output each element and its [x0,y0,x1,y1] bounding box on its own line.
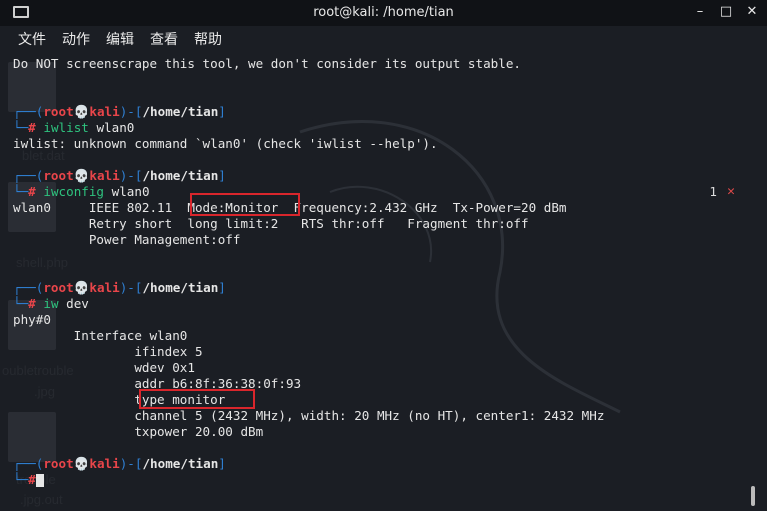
annotation-box-mode-monitor [190,193,300,216]
scrollbar[interactable] [751,486,755,506]
prompt-path: /home/tian [142,280,219,295]
output-line: Do NOT screenscrape this tool, we don't … [13,56,521,71]
command-name: iwconfig [43,184,105,199]
desktop-label: .jpg.out [20,492,63,507]
output-line: txpower 20.00 dBm [13,424,264,439]
close-icon[interactable]: ✕ [727,184,735,199]
desktop-label: shell.php [16,255,69,270]
terminal-output[interactable]: blet.dat shell.php oubletrouble .jpg tro… [0,52,767,511]
output-line: Power Management:off [13,232,241,247]
command-line: └─# iw dev [13,296,89,311]
command-args: wlan0 [88,120,135,135]
prompt-hash: # [28,296,36,311]
prompt-line: ┌──(root💀kali)-[/home/tian] [13,168,226,183]
prompt-hash: # [28,472,36,487]
prompt-user: root [43,104,74,119]
prompt-path: /home/tian [142,456,219,471]
command-line[interactable]: └─# [13,472,44,488]
annotation-box-type-monitor [139,389,255,409]
menu-action[interactable]: 动作 [62,29,90,49]
prompt-user: root [43,280,74,295]
title-bar: root@kali: /home/tian – □ ✕ [0,0,767,26]
command-name: iw [43,296,59,311]
prompt-host: kali [89,168,120,183]
menu-file[interactable]: 文件 [18,29,46,49]
skull-icon: 💀 [73,168,90,183]
output-line: iwlist: unknown command `wlan0' (check '… [13,136,438,151]
prompt-host: kali [89,280,120,295]
command-args: dev [58,296,89,311]
skull-icon: 💀 [73,280,90,295]
prompt-hash: # [28,120,36,135]
prompt-path: /home/tian [142,104,219,119]
prompt-hash: # [28,184,36,199]
menu-bar: 文件 动作 编辑 查看 帮助 [0,26,767,52]
menu-edit[interactable]: 编辑 [106,29,134,49]
prompt-host: kali [89,104,120,119]
command-name: iwlist [43,120,89,135]
output-line: Retry short long limit:2 RTS thr:off Fra… [13,216,529,231]
minimize-button[interactable]: – [693,4,707,19]
prompt-host: kali [89,456,120,471]
maximize-button[interactable]: □ [719,4,733,19]
command-line: └─# iwconfig wlan0 [13,184,150,199]
prompt-user: root [43,456,74,471]
prompt-line: ┌──(root💀kali)-[/home/tian] [13,456,226,471]
output-line: wdev 0x1 [13,360,195,375]
text-cursor [35,474,44,487]
command-line: └─# iwlist wlan0 [13,120,135,135]
prompt-path: /home/tian [142,168,219,183]
output-line: phy#0 [13,312,51,327]
menu-help[interactable]: 帮助 [194,29,222,49]
prompt-user: root [43,168,74,183]
window-title: root@kali: /home/tian [313,5,454,20]
close-button[interactable]: ✕ [745,4,759,19]
output-line: channel 5 (2432 MHz), width: 20 MHz (no … [13,408,605,423]
prompt-line: ┌──(root💀kali)-[/home/tian] [13,280,226,295]
command-args: wlan0 [104,184,150,199]
skull-icon: 💀 [73,456,90,471]
tab-count: 1 [709,184,717,199]
output-line: ifindex 5 [13,344,203,359]
output-line: Interface wlan0 [13,328,188,343]
skull-icon: 💀 [73,104,90,119]
menu-view[interactable]: 查看 [150,29,178,49]
prompt-line: ┌──(root💀kali)-[/home/tian] [13,104,226,119]
